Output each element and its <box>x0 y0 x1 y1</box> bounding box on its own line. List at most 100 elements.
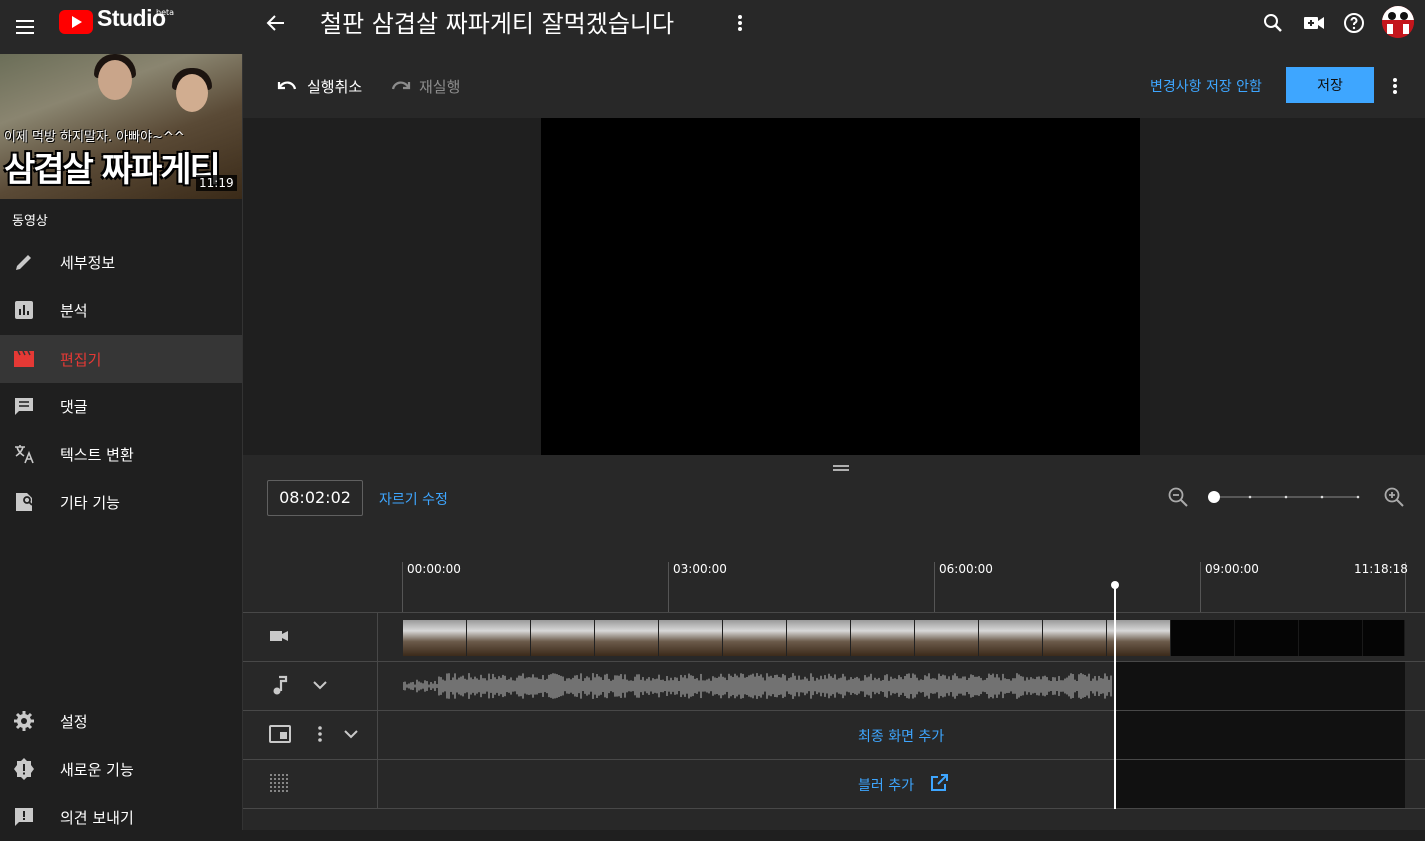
new-badge-icon <box>12 757 36 781</box>
video-frame <box>1171 620 1235 656</box>
ruler-end-label: 11:18:18 <box>1354 562 1408 576</box>
gear-icon <box>12 709 36 733</box>
hamburger-menu-icon[interactable] <box>13 15 37 39</box>
feedback-icon <box>12 805 36 829</box>
comment-icon <box>12 394 36 418</box>
video-frame <box>915 620 979 656</box>
preview-area <box>243 118 1425 455</box>
resize-handle-icon[interactable] <box>833 464 849 472</box>
editor-toolbar: 실행취소 재실행 변경사항 저장 안함 저장 <box>243 54 1425 118</box>
playhead-line[interactable] <box>1114 585 1116 809</box>
music-note-icon[interactable] <box>269 674 291 696</box>
thumbnail-figure <box>176 74 208 112</box>
sidebar: 이제 먹방 하지말자. 아빠야~^^ 삼겹살 짜파게티 11:19 동영상 세부… <box>0 54 243 830</box>
zoom-slider-knob <box>1208 491 1220 503</box>
more-vert-icon[interactable] <box>1383 74 1407 98</box>
save-button[interactable]: 저장 <box>1286 67 1374 103</box>
sidebar-item-label: 세부정보 <box>60 254 116 272</box>
create-video-icon[interactable] <box>1302 11 1326 35</box>
ruler-label: 03:00:00 <box>673 562 727 576</box>
add-endscreen-button[interactable]: 최종 화면 추가 <box>858 726 944 746</box>
redo-label: 재실행 <box>419 78 461 96</box>
track-empty-region <box>1115 760 1405 808</box>
video-thumbnail[interactable]: 이제 먹방 하지말자. 아빠야~^^ 삼겹살 짜파게티 11:19 <box>0 54 242 199</box>
sidebar-item-settings[interactable]: 설정 <box>0 697 242 745</box>
help-icon[interactable] <box>1342 11 1366 35</box>
video-frame-strip[interactable] <box>403 620 1405 656</box>
more-vert-icon[interactable] <box>309 723 331 745</box>
back-arrow-icon[interactable] <box>264 11 288 35</box>
add-blur-button[interactable]: 블러 추가 <box>858 775 914 795</box>
account-avatar[interactable] <box>1382 6 1414 38</box>
video-frame <box>1043 620 1107 656</box>
sidebar-item-label: 댓글 <box>60 398 88 416</box>
blur-track-content: 블러 추가 <box>378 760 1425 808</box>
video-frame <box>595 620 659 656</box>
endscreen-track-header <box>243 711 378 759</box>
end-screen-icon <box>268 723 292 745</box>
more-vert-icon[interactable] <box>728 11 752 35</box>
open-in-new-icon[interactable] <box>929 773 949 793</box>
video-track-header <box>243 613 378 661</box>
video-frame <box>531 620 595 656</box>
zoom-slider[interactable] <box>1207 491 1361 503</box>
sidebar-item-transcription[interactable]: 텍스트 변환 <box>0 430 242 478</box>
sidebar-item-label: 설정 <box>60 713 88 731</box>
zoom-out-icon[interactable] <box>1167 486 1189 508</box>
discard-changes-button[interactable]: 변경사항 저장 안함 <box>1150 76 1262 96</box>
beta-label: beta <box>156 8 175 17</box>
audio-track-content[interactable] <box>378 662 1425 710</box>
sidebar-item-label: 편집기 <box>60 351 102 369</box>
analytics-icon <box>12 298 36 322</box>
track-empty-region <box>1115 711 1405 759</box>
sidebar-item-whats-new[interactable]: 새로운 기능 <box>0 745 242 793</box>
sidebar-item-label: 의견 보내기 <box>60 809 134 827</box>
sidebar-item-comments[interactable]: 댓글 <box>0 382 242 430</box>
ruler-tick <box>1200 562 1201 612</box>
video-frame <box>787 620 851 656</box>
video-camera-icon <box>268 625 290 647</box>
redo-icon <box>391 81 411 90</box>
search-icon[interactable] <box>1261 11 1285 35</box>
zoom-in-icon[interactable] <box>1383 486 1405 508</box>
clapperboard-icon <box>12 347 36 371</box>
trim-edit-button[interactable]: 자르기 수정 <box>379 489 448 509</box>
video-frame <box>1235 620 1299 656</box>
video-frame <box>723 620 787 656</box>
video-track-content[interactable] <box>378 613 1425 661</box>
video-title: 철판 삼겹살 짜파게티 잘먹겠습니다 <box>320 10 675 38</box>
sidebar-item-analytics[interactable]: 분석 <box>0 286 242 334</box>
blur-grid-icon <box>269 773 289 793</box>
current-time-field[interactable]: 08:02:02 <box>267 480 363 516</box>
sidebar-item-other-features[interactable]: 기타 기능 <box>0 478 242 526</box>
endscreen-track: 최종 화면 추가 <box>243 710 1425 759</box>
audio-track <box>243 661 1425 710</box>
blur-track-header <box>243 760 378 808</box>
ruler-label: 00:00:00 <box>407 562 461 576</box>
audio-waveform <box>403 673 1112 699</box>
blur-track: 블러 추가 <box>243 759 1425 809</box>
sidebar-item-label: 텍스트 변환 <box>60 446 134 464</box>
thumbnail-figure <box>98 60 132 100</box>
pencil-icon <box>12 250 36 274</box>
youtube-logo-icon[interactable] <box>59 10 93 34</box>
video-frame <box>1107 620 1171 656</box>
section-label: 동영상 <box>12 214 48 229</box>
video-player[interactable] <box>541 118 1140 455</box>
video-frame <box>851 620 915 656</box>
thumbnail-title-text: 삼겹살 짜파게티 <box>4 150 221 190</box>
sidebar-item-feedback[interactable]: 의견 보내기 <box>0 793 242 841</box>
endscreen-track-content: 최종 화면 추가 <box>378 711 1425 759</box>
chevron-down-icon[interactable] <box>309 674 331 696</box>
video-frame <box>403 620 467 656</box>
ruler-label: 09:00:00 <box>1205 562 1259 576</box>
undo-label: 실행취소 <box>307 78 363 96</box>
thumbnail-duration: 11:19 <box>196 175 237 191</box>
sidebar-item-label: 분석 <box>60 302 88 320</box>
chevron-down-icon[interactable] <box>340 723 362 745</box>
sidebar-item-editor[interactable]: 편집기 <box>0 335 242 383</box>
ruler-tick <box>668 562 669 612</box>
top-app-bar: Studio beta 철판 삼겹살 짜파게티 잘먹겠습니다 <box>0 0 1425 54</box>
sidebar-item-details[interactable]: 세부정보 <box>0 238 242 286</box>
sidebar-item-label: 새로운 기능 <box>60 761 134 779</box>
